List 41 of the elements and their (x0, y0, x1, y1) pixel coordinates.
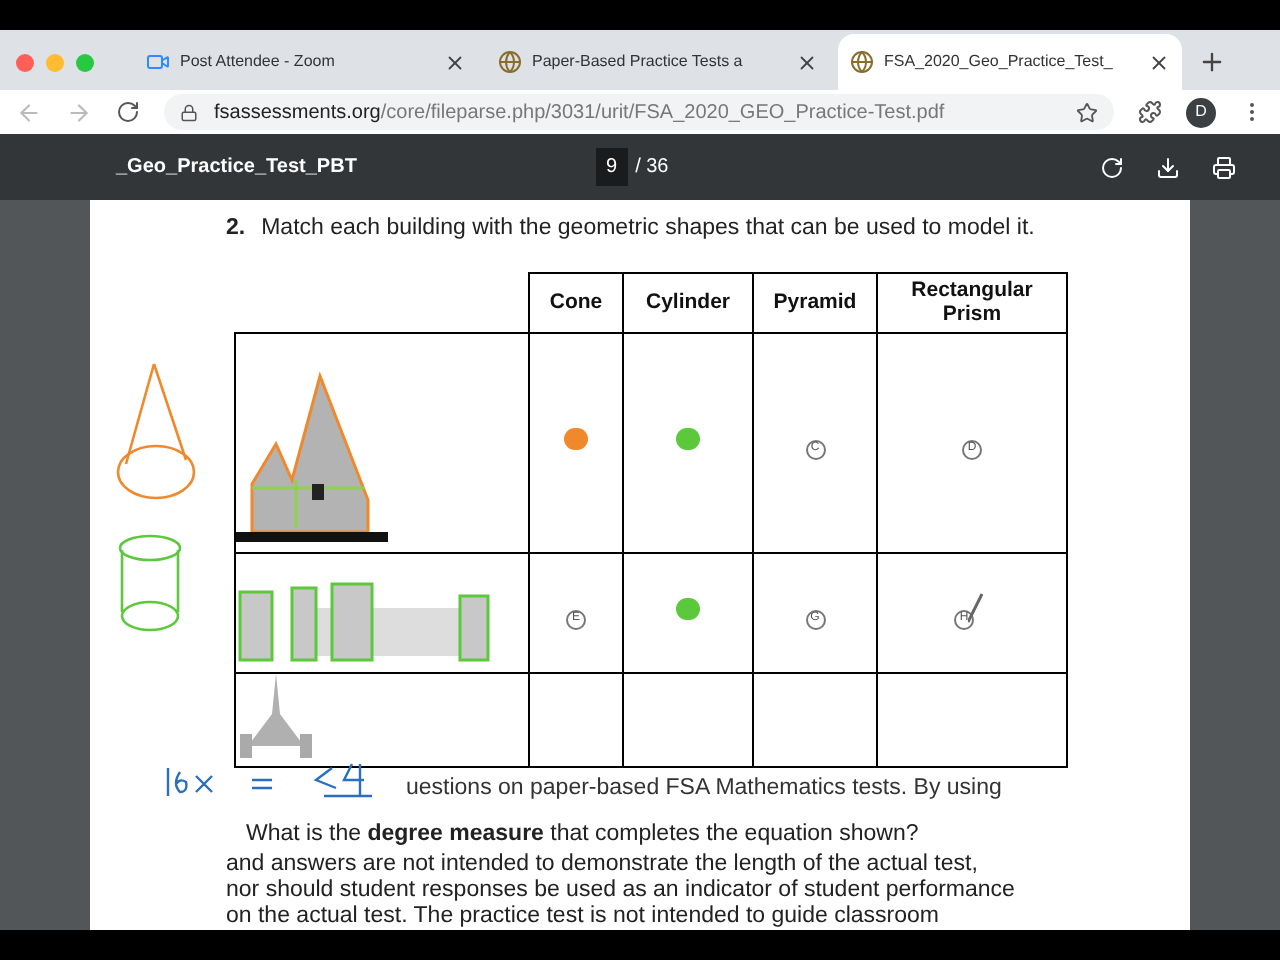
url-text: fsassessments.org/core/fileparse.php/3031/urit/FSA_2020_GEO_Practice-Test.pdf (214, 99, 947, 127)
paragraph-line: nor should student responses be used as an indicator of student performance (226, 878, 1017, 904)
lock-icon (180, 103, 198, 121)
tab-title: Post Attendee - Zoom (180, 50, 337, 74)
tab-title: Paper-Based Practice Tests a (532, 50, 745, 74)
page-number-field[interactable]: 9 (596, 148, 628, 186)
close-icon[interactable] (796, 51, 818, 73)
browser-tab[interactable]: FSA_2020_Geo_Practice_Test_ (838, 34, 1182, 90)
reload-icon[interactable] (116, 100, 140, 124)
tower-drawing (236, 673, 316, 757)
globe-icon (850, 50, 874, 74)
close-icon[interactable] (444, 51, 466, 73)
profile-avatar[interactable]: D (1186, 97, 1216, 127)
paragraph-line: and answers are not intended to demonstrate the length of the actual test, (226, 852, 980, 878)
close-icon[interactable] (1148, 51, 1170, 73)
browser-tab[interactable]: Paper-Based Practice Tests a (486, 34, 830, 90)
column-header: Rectangular Prism (877, 272, 1067, 332)
video-icon (146, 50, 170, 74)
address-field[interactable]: fsassessments.org/core/fileparse.php/3031/urit/FSA_2020_GEO_Practice-Test.pdf (164, 94, 1114, 130)
question-text: What is the degree measure that completes the equation shown? (244, 819, 921, 850)
column-header: Pyramid (753, 272, 877, 332)
question-number: 2. (226, 214, 246, 244)
extensions-icon[interactable] (1138, 100, 1162, 124)
download-icon[interactable] (1156, 155, 1180, 179)
globe-icon (498, 50, 522, 74)
page-total: / 36 (635, 154, 669, 182)
pdf-title: _Geo_Practice_Test_PBT (116, 154, 359, 182)
column-header: Cylinder (623, 272, 753, 332)
overlapping-text-line: uestions on paper-based FSA Mathematics tests. By using (406, 773, 1002, 803)
tab-title: FSA_2020_Geo_Practice_Test_ (884, 50, 1115, 74)
cone-sketch-drawing (114, 360, 198, 504)
rotate-icon[interactable] (1100, 155, 1124, 179)
new-tab-icon[interactable] (1198, 48, 1226, 76)
browser-tab[interactable]: Post Attendee - Zoom (134, 34, 478, 90)
paragraph-line: on the actual test. The practice test is not intended to guide classroom (226, 904, 941, 930)
filled-answer-bubble[interactable] (564, 428, 588, 450)
print-icon[interactable] (1212, 155, 1236, 179)
bookmark-star-icon[interactable] (1076, 101, 1098, 123)
column-header: Cone (529, 272, 623, 332)
cylinder-sketch-drawing (114, 532, 186, 636)
question-text: Match each building with the geometric shapes that can be used to model it. (261, 214, 1035, 244)
